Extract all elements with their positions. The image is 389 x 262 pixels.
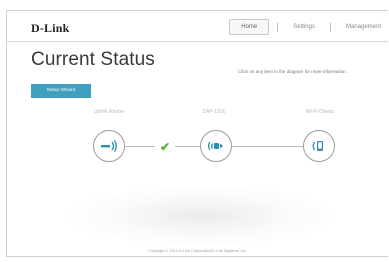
- uplink-router-label: Uplink Router: [93, 109, 125, 115]
- background-glow: [67, 186, 337, 246]
- page-title: Current Status: [31, 49, 155, 70]
- extender-label: DAP-1320: [202, 109, 226, 115]
- header: D-Link Home Settings Management: [7, 11, 388, 42]
- network-diagram: Uplink Router DAP-1320 Wi-Fi Clients ✔: [7, 109, 388, 181]
- check-icon: ✔: [160, 140, 171, 154]
- wifi-client-icon: [312, 141, 323, 151]
- nav-management[interactable]: Management: [339, 20, 388, 34]
- top-nav: Home Settings Management: [229, 19, 388, 35]
- uplink-router-node[interactable]: [93, 130, 125, 162]
- router-uplink-icon: [101, 140, 117, 152]
- link-line-left-a: [125, 146, 155, 147]
- app-frame: D-Link Home Settings Management Current …: [6, 10, 388, 257]
- link-line-left-b: [175, 146, 200, 147]
- footer-copyright: Copyright © 2013 D-Link Corporation/D-Li…: [148, 249, 247, 253]
- extender-node[interactable]: [200, 130, 232, 162]
- nav-divider: [277, 22, 279, 32]
- diagram-hint: Click on any item in the diagram for mor…: [238, 69, 348, 74]
- setup-wizard-button[interactable]: Setup Wizard: [31, 84, 91, 98]
- nav-home[interactable]: Home: [229, 19, 270, 35]
- nav-divider: [329, 22, 331, 32]
- extender-icon: [207, 141, 223, 151]
- link-line-right: [232, 146, 303, 147]
- dlink-logo: D-Link: [31, 21, 70, 35]
- wifi-clients-node[interactable]: [303, 130, 335, 162]
- wifi-clients-label: Wi-Fi Clients: [305, 109, 335, 115]
- nav-settings[interactable]: Settings: [286, 20, 322, 34]
